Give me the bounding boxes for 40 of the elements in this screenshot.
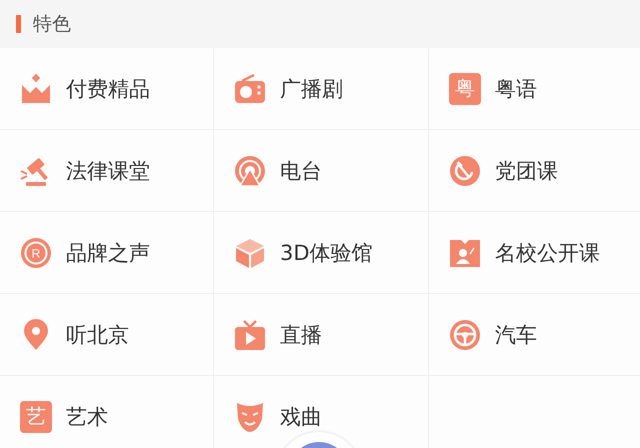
category-label: 广播剧 bbox=[280, 76, 343, 102]
category-label: 听北京 bbox=[66, 322, 129, 348]
category-item[interactable]: 戏曲 bbox=[214, 376, 428, 448]
radio-icon bbox=[234, 72, 266, 104]
tv-icon bbox=[234, 318, 266, 350]
cube-icon bbox=[234, 236, 266, 268]
steering-wheel-icon bbox=[449, 318, 481, 350]
category-label: 直播 bbox=[280, 322, 322, 348]
category-label: 戏曲 bbox=[280, 404, 322, 430]
category-item[interactable]: 广播剧 bbox=[214, 48, 428, 129]
category-label: 党团课 bbox=[495, 158, 558, 184]
category-item[interactable]: R 品牌之声 bbox=[0, 212, 213, 293]
category-label: 汽车 bbox=[495, 322, 537, 348]
category-item[interactable]: 电台 bbox=[214, 130, 428, 211]
category-label: 3D体验馆 bbox=[280, 240, 373, 266]
category-item[interactable]: 付费精品 bbox=[0, 48, 213, 129]
category-item[interactable]: 法律课堂 bbox=[0, 130, 213, 211]
category-item[interactable]: 艺 艺术 bbox=[0, 376, 213, 448]
crown-icon bbox=[20, 72, 52, 104]
category-label: 品牌之声 bbox=[66, 240, 150, 266]
category-item[interactable]: 直播 bbox=[214, 294, 428, 375]
section-title: 特色 bbox=[33, 12, 71, 37]
broadcast-icon bbox=[234, 154, 266, 186]
character-icon: 粤 bbox=[449, 72, 481, 104]
category-label: 名校公开课 bbox=[495, 240, 600, 266]
category-label: 法律课堂 bbox=[66, 158, 150, 184]
category-item[interactable]: 听北京 bbox=[0, 294, 213, 375]
category-item[interactable]: 名校公开课 bbox=[429, 212, 640, 293]
category-label: 艺术 bbox=[66, 404, 108, 430]
category-label: 电台 bbox=[280, 158, 322, 184]
category-item[interactable]: 3D体验馆 bbox=[214, 212, 428, 293]
accent-bar bbox=[16, 15, 21, 33]
registered-icon: R bbox=[20, 236, 52, 268]
mask-icon bbox=[234, 400, 266, 432]
character-icon: 艺 bbox=[20, 400, 52, 432]
category-label: 付费精品 bbox=[66, 76, 150, 102]
category-item[interactable]: 党团课 bbox=[429, 130, 640, 211]
category-item[interactable]: 汽车 bbox=[429, 294, 640, 375]
category-label: 粤语 bbox=[495, 76, 537, 102]
category-item[interactable]: 粤 粤语 bbox=[429, 48, 640, 129]
